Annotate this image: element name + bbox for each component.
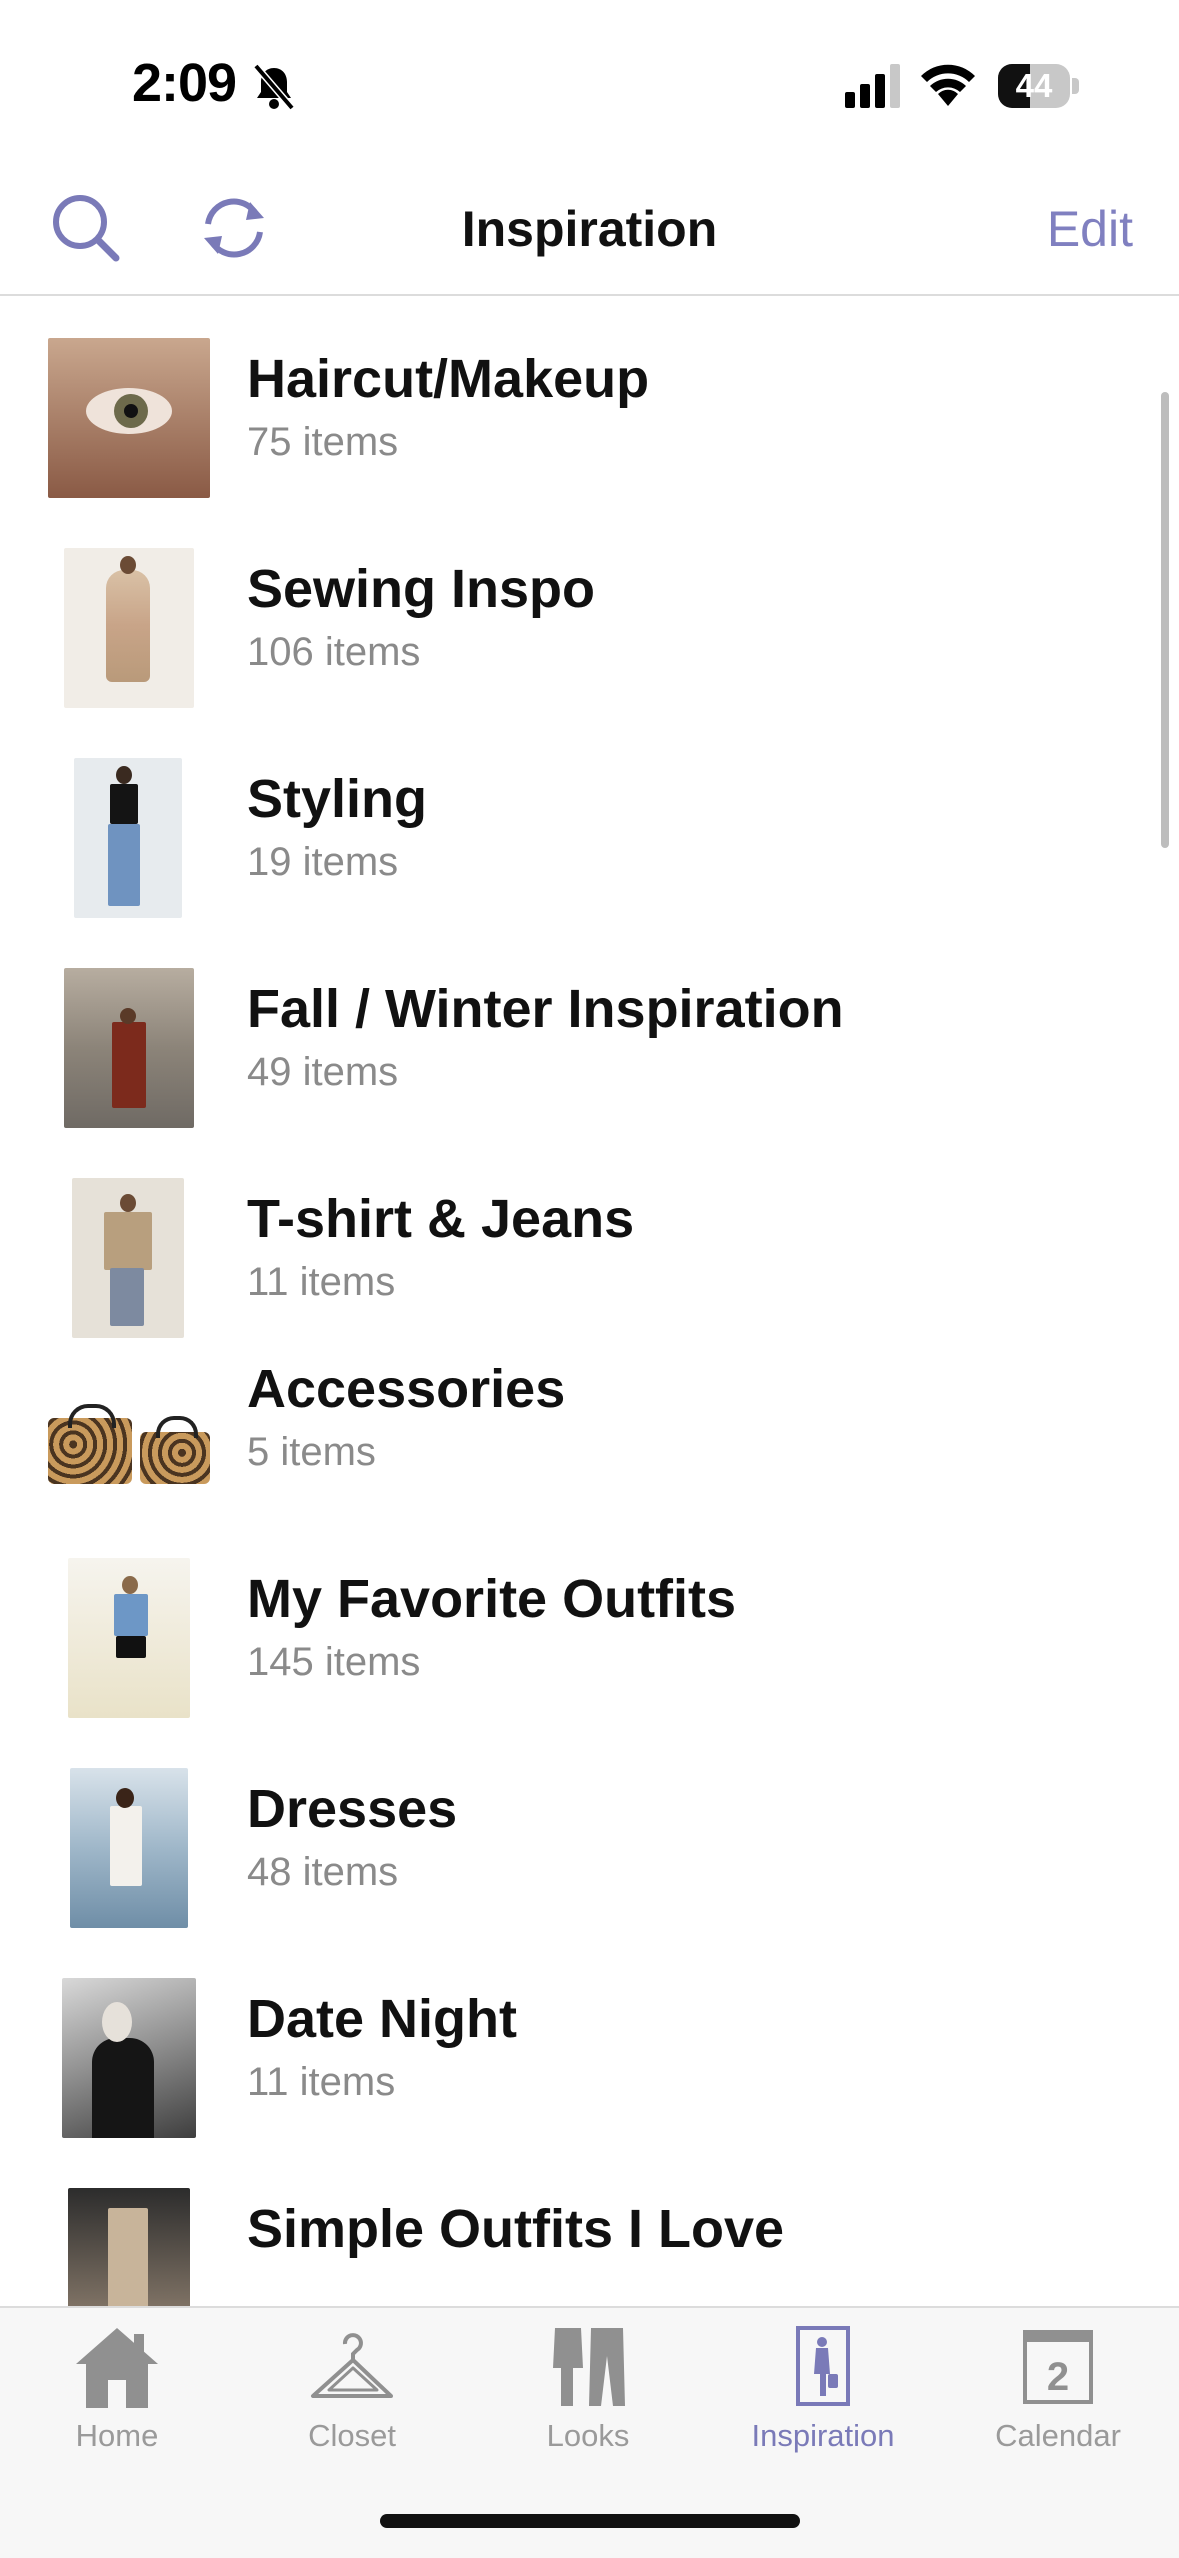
board-title: Dresses xyxy=(247,1779,458,1839)
status-bar: 2:09 44 xyxy=(0,0,1179,150)
tab-looks[interactable]: Looks xyxy=(478,2308,698,2478)
nav-bar: Inspiration Edit xyxy=(0,170,1179,296)
board-title: Accessories xyxy=(247,1359,566,1419)
board-count: 19 items xyxy=(247,840,399,884)
board-list-continued: Accessories 5 items My Favorite Outfits … xyxy=(0,1306,1179,2306)
tab-label: Closet xyxy=(308,2418,396,2453)
board-title: Date Night xyxy=(247,1989,517,2049)
page-title: Inspiration xyxy=(461,201,718,257)
board-title: Styling xyxy=(247,769,428,829)
tab-label: Calendar xyxy=(995,2418,1121,2453)
board-thumbnail xyxy=(48,968,210,1128)
home-icon xyxy=(76,2328,158,2408)
tab-inspiration[interactable]: Inspiration xyxy=(713,2308,933,2478)
tab-label: Looks xyxy=(546,2418,630,2453)
board-list: Haircut/Makeup 75 items Sewing Inspo 106… xyxy=(0,296,1179,1338)
hanger-icon xyxy=(311,2333,393,2398)
calendar-icon: 2 xyxy=(1023,2330,1093,2404)
board-title: Fall / Winter Inspiration xyxy=(247,979,844,1039)
board-title: My Favorite Outfits xyxy=(247,1569,737,1629)
board-row[interactable]: Haircut/Makeup 75 items xyxy=(0,296,1179,506)
board-row[interactable]: Dresses 48 items xyxy=(0,1726,1179,1936)
looks-icon xyxy=(553,2328,625,2406)
board-row[interactable]: Sewing Inspo 106 items xyxy=(0,506,1179,716)
board-row[interactable]: Accessories 5 items xyxy=(0,1306,1179,1516)
home-indicator xyxy=(380,2514,800,2528)
board-count: 48 items xyxy=(247,1850,399,1894)
scroll-indicator[interactable] xyxy=(1161,392,1169,848)
board-count: 145 items xyxy=(247,1640,421,1684)
tab-label: Home xyxy=(75,2418,159,2453)
board-count: 11 items xyxy=(247,2060,396,2104)
cellular-signal-icon xyxy=(845,64,900,108)
battery-icon: 44 xyxy=(998,64,1080,108)
board-row[interactable]: Styling 19 items xyxy=(0,716,1179,926)
calendar-day: 2 xyxy=(1047,2355,1069,2399)
tab-closet[interactable]: Closet xyxy=(242,2308,462,2478)
bell-muted-icon xyxy=(253,63,295,111)
status-time: 2:09 xyxy=(132,53,237,113)
board-thumbnail xyxy=(48,758,210,918)
wifi-icon xyxy=(921,64,975,106)
board-thumbnail xyxy=(48,338,210,498)
inspiration-icon xyxy=(796,2326,850,2406)
board-thumbnail xyxy=(48,548,210,708)
board-thumbnail xyxy=(48,1348,210,1508)
board-title: T-shirt & Jeans xyxy=(247,1189,635,1249)
board-thumbnail xyxy=(48,1558,210,1718)
board-count: 5 items xyxy=(247,1430,376,1474)
board-row[interactable]: Simple Outfits I Love xyxy=(0,2146,1179,2306)
board-count: 11 items xyxy=(247,1260,396,1304)
board-count: 106 items xyxy=(247,630,421,674)
tab-home[interactable]: Home xyxy=(7,2308,227,2478)
board-thumbnail xyxy=(48,2188,210,2306)
board-title: Simple Outfits I Love xyxy=(247,2199,785,2259)
board-title: Haircut/Makeup xyxy=(247,349,650,409)
tab-label: Inspiration xyxy=(751,2418,895,2453)
board-row[interactable]: Date Night 11 items xyxy=(0,1936,1179,2146)
board-thumbnail xyxy=(48,1978,210,2138)
battery-percent: 44 xyxy=(1015,67,1053,104)
board-row[interactable]: Fall / Winter Inspiration 49 items xyxy=(0,926,1179,1136)
board-count: 49 items xyxy=(247,1050,399,1094)
tab-calendar[interactable]: 2 Calendar xyxy=(948,2308,1168,2478)
board-thumbnail xyxy=(48,1768,210,1928)
board-count: 75 items xyxy=(247,420,399,464)
edit-button[interactable]: Edit xyxy=(1047,200,1133,258)
board-title: Sewing Inspo xyxy=(247,559,596,619)
board-row[interactable]: My Favorite Outfits 145 items xyxy=(0,1516,1179,1726)
